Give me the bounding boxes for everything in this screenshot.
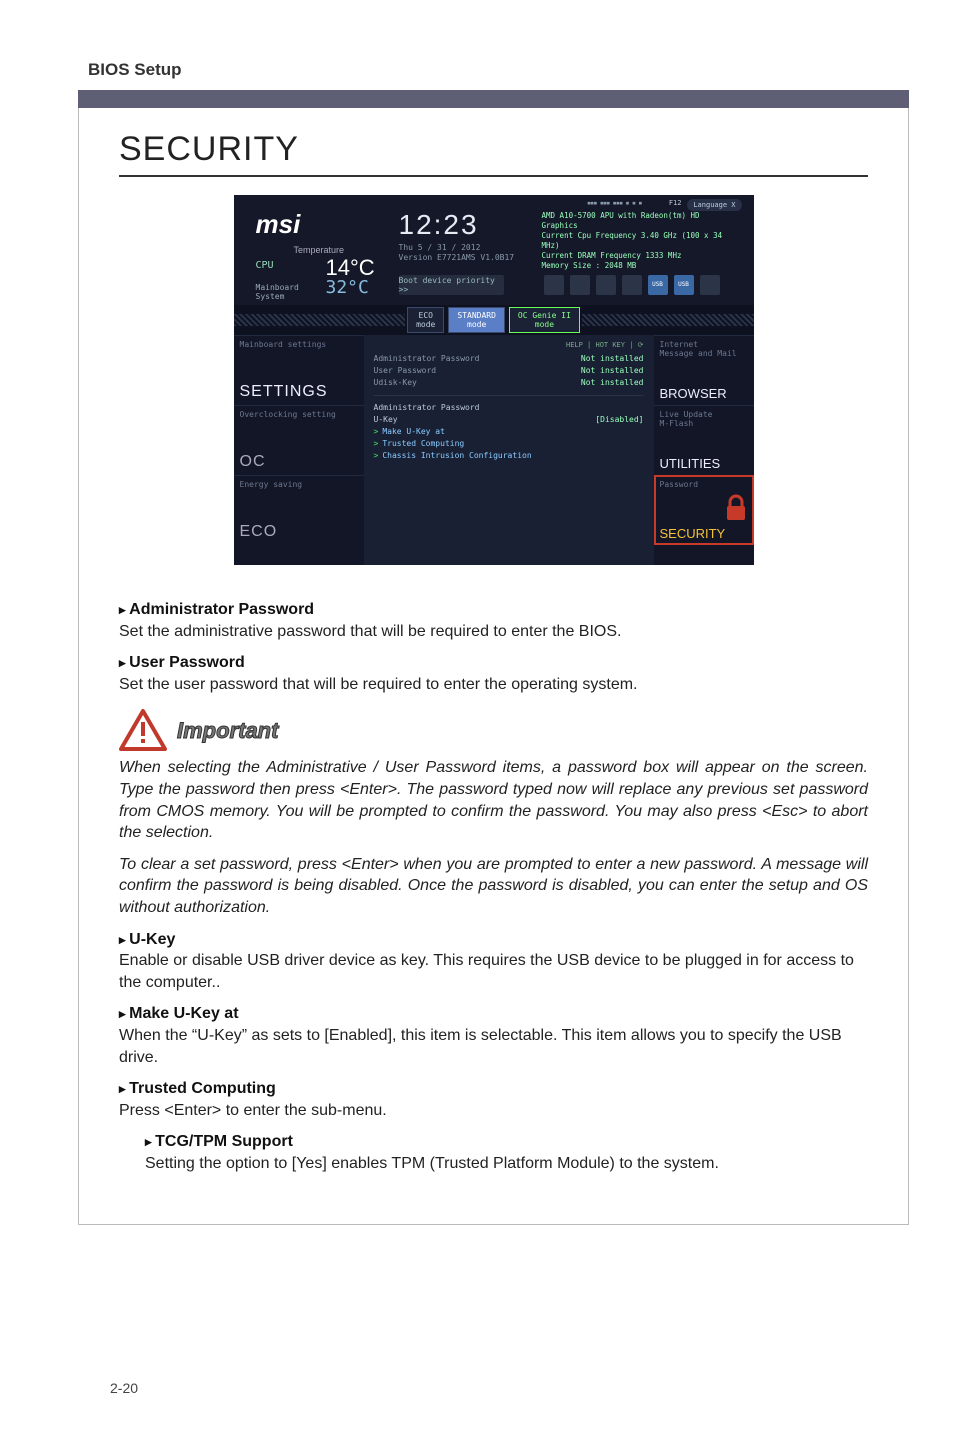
- clock: 12:23: [399, 209, 479, 241]
- row-user-pw-status: User PasswordNot installed: [374, 365, 644, 377]
- cpu-label: CPU: [256, 260, 274, 271]
- head-make-ukey: Make U-Key at: [119, 1003, 868, 1025]
- nav-browser[interactable]: Internet Message and Mail BROWSER: [654, 335, 754, 405]
- oc-genie-tab[interactable]: OC Genie II mode: [509, 307, 580, 333]
- nav-security[interactable]: Password SECURITY: [654, 475, 754, 545]
- usb-icon-2[interactable]: USB: [674, 275, 694, 295]
- head-ukey: U-Key: [119, 929, 868, 951]
- doc-body: Administrator Password Set the administr…: [119, 599, 868, 1174]
- important-label: Important: [177, 716, 278, 746]
- row-chassis-intrusion[interactable]: >Chassis Intrusion Configuration: [374, 450, 644, 462]
- head-tcg-tpm: TCG/TPM Support: [145, 1131, 868, 1153]
- nav-settings-sub: Mainboard settings: [240, 340, 327, 349]
- nav-eco-big: ECO: [240, 523, 278, 541]
- row-make-ukey[interactable]: >Make U-Key at: [374, 426, 644, 438]
- page-number: 2-20: [110, 1380, 138, 1396]
- nav-security-sub: Password: [660, 480, 699, 489]
- row-udisk-status: Udisk-KeyNot installed: [374, 377, 644, 389]
- nav-oc-big: OC: [240, 453, 266, 471]
- head-user-password: User Password: [119, 652, 868, 674]
- row-trusted-computing[interactable]: >Trusted Computing: [374, 438, 644, 450]
- temperature-label: Temperature: [294, 245, 345, 255]
- drive-icon-1[interactable]: [544, 275, 564, 295]
- page-title: SECURITY: [119, 130, 868, 177]
- globe-icon[interactable]: [700, 275, 720, 295]
- padlock-icon: [724, 494, 748, 522]
- hatch-right: [582, 314, 754, 326]
- header-bar: [78, 90, 909, 108]
- nav-security-big: SECURITY: [660, 526, 726, 541]
- system-label: Mainboard System: [256, 283, 299, 301]
- header-icon-strip: ▪▪▪ ▪▪▪ ▪▪▪ ▪ ▪ ▪: [587, 199, 642, 207]
- mode-bar: ECO mode STANDARD mode OC Genie II mode: [234, 305, 754, 335]
- right-nav: Internet Message and Mail BROWSER Live U…: [654, 335, 754, 565]
- bios-screenshot: ▪▪▪ ▪▪▪ ▪▪▪ ▪ ▪ ▪ F12 Language X msi Tem…: [234, 195, 754, 565]
- nav-settings[interactable]: Mainboard settings SETTINGS: [234, 335, 364, 405]
- nav-settings-big: SETTINGS: [240, 383, 328, 401]
- row-admin-pw-status: Administrator PasswordNot installed: [374, 353, 644, 365]
- nav-browser-sub: Internet Message and Mail: [660, 340, 737, 358]
- head-trusted-computing: Trusted Computing: [119, 1078, 868, 1100]
- row-admin-pw[interactable]: Administrator Password: [374, 402, 644, 414]
- body-tcg-tpm: Setting the option to [Yes] enables TPM …: [145, 1153, 868, 1175]
- nav-utilities[interactable]: Live Update M-Flash UTILITIES: [654, 405, 754, 475]
- bios-version: Version E7721AMS V1.0B17: [399, 253, 515, 262]
- hatch-left: [234, 314, 406, 326]
- divider: [374, 395, 644, 396]
- device-icon-row: USB USB: [544, 275, 720, 295]
- important-para-2: To clear a set password, press <Enter> w…: [119, 854, 868, 919]
- body-trusted-computing: Press <Enter> to enter the sub-menu.: [119, 1100, 868, 1122]
- nav-utilities-sub: Live Update M-Flash: [660, 410, 713, 428]
- body-admin-password: Set the administrative password that wil…: [119, 621, 868, 643]
- important-callout: Important: [119, 709, 868, 751]
- date: Thu 5 / 31 / 2012: [399, 243, 481, 252]
- usb-icon[interactable]: USB: [648, 275, 668, 295]
- head-admin-password: Administrator Password: [119, 599, 868, 621]
- nav-utilities-big: UTILITIES: [660, 456, 721, 471]
- msi-logo: msi: [256, 209, 301, 240]
- f12-shortcut: F12: [669, 199, 682, 207]
- language-button[interactable]: Language X: [687, 199, 741, 211]
- warning-triangle-icon: [119, 709, 167, 751]
- row-ukey[interactable]: U-Key[Disabled]: [374, 414, 644, 426]
- content-frame: SECURITY ▪▪▪ ▪▪▪ ▪▪▪ ▪ ▪ ▪ F12 Language …: [78, 108, 909, 1225]
- nav-eco-sub: Energy saving: [240, 480, 303, 489]
- folder-icon[interactable]: [622, 275, 642, 295]
- boot-device-priority[interactable]: Boot device priority >>: [399, 275, 504, 295]
- disc-icon[interactable]: [596, 275, 616, 295]
- security-panel: HELP | HOT KEY | ⟳ Administrator Passwor…: [364, 335, 654, 565]
- body-ukey: Enable or disable USB driver device as k…: [119, 950, 868, 993]
- eco-mode-tab[interactable]: ECO mode: [407, 307, 444, 333]
- nav-oc-sub: Overclocking setting: [240, 410, 336, 419]
- left-nav: Mainboard settings SETTINGS Overclocking…: [234, 335, 364, 565]
- cpu-info: AMD A10-5700 APU with Radeon(tm) HD Grap…: [542, 211, 740, 271]
- nav-oc[interactable]: Overclocking setting OC: [234, 405, 364, 475]
- drive-icon-2[interactable]: [570, 275, 590, 295]
- help-hotkey-line[interactable]: HELP | HOT KEY | ⟳: [374, 341, 644, 349]
- nav-browser-big: BROWSER: [660, 386, 727, 401]
- system-temp-value: 32°C: [326, 277, 369, 298]
- important-para-1: When selecting the Administrative / User…: [119, 757, 868, 843]
- standard-mode-tab[interactable]: STANDARD mode: [448, 307, 505, 333]
- body-user-password: Set the user password that will be requi…: [119, 674, 868, 696]
- body-make-ukey: When the “U-Key” as sets to [Enabled], t…: [119, 1025, 868, 1068]
- nav-eco[interactable]: Energy saving ECO: [234, 475, 364, 545]
- header-bios-setup: BIOS Setup: [88, 60, 182, 80]
